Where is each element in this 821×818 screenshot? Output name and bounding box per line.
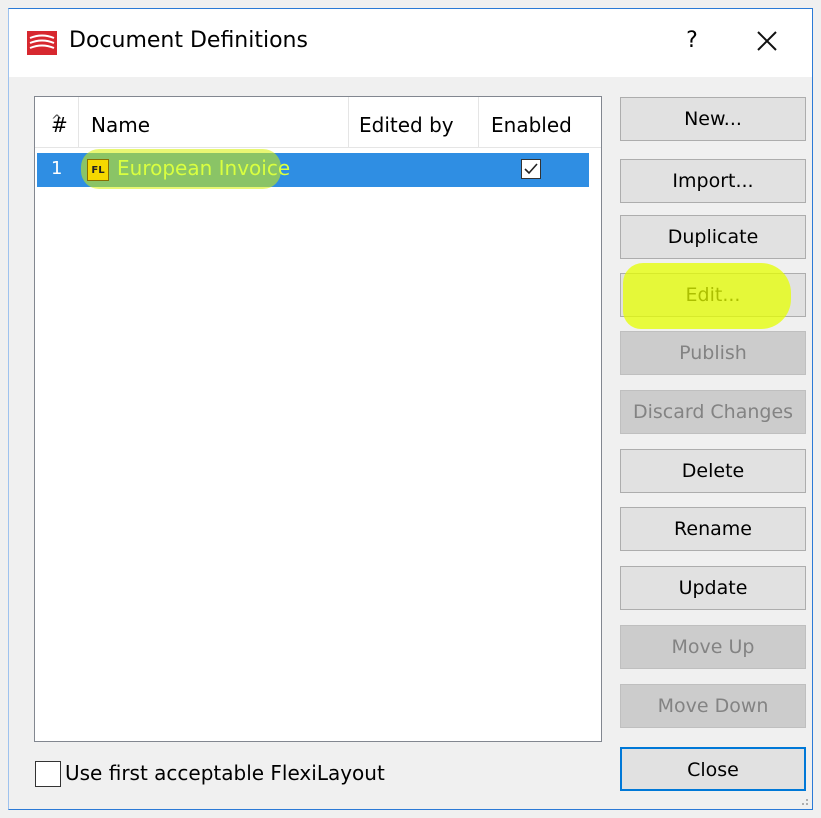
column-header-edited-by[interactable]: Edited by (349, 97, 479, 147)
discard-changes-button[interactable]: Discard Changes (620, 390, 806, 434)
delete-button[interactable]: Delete (620, 449, 806, 493)
row-number: 1 (51, 158, 63, 179)
list-header: ^ # Name Edited by Enabled (35, 97, 601, 148)
title-bar: Document Definitions ? (9, 9, 812, 77)
column-header-enabled[interactable]: Enabled (479, 97, 601, 147)
row-name: European Invoice (117, 156, 291, 180)
new-button[interactable]: New... (620, 97, 806, 141)
publish-button[interactable]: Publish (620, 331, 806, 375)
import-button[interactable]: Import... (620, 159, 806, 203)
edit-button[interactable]: Edit... (620, 273, 806, 317)
resize-grip-icon[interactable] (796, 793, 810, 807)
column-header-name[interactable]: Name (79, 97, 349, 147)
help-button[interactable]: ? (677, 23, 707, 59)
rename-button[interactable]: Rename (620, 507, 806, 551)
move-down-button[interactable]: Move Down (620, 684, 806, 728)
flexilayout-icon: FL (87, 159, 109, 181)
use-first-flexilayout-checkbox[interactable] (35, 761, 61, 787)
move-up-button[interactable]: Move Up (620, 625, 806, 669)
close-icon[interactable] (749, 23, 785, 59)
enabled-checkbox[interactable] (521, 159, 541, 179)
document-definitions-list[interactable]: ^ # Name Edited by Enabled 1 FL European… (34, 96, 602, 742)
column-header-number[interactable]: ^ # (35, 97, 79, 147)
close-button[interactable]: Close (620, 747, 806, 791)
update-button[interactable]: Update (620, 566, 806, 610)
duplicate-button[interactable]: Duplicate (620, 215, 806, 259)
use-first-flexilayout-label: Use first acceptable FlexiLayout (65, 761, 385, 785)
dialog-title: Document Definitions (69, 28, 308, 53)
document-definitions-dialog: Document Definitions ? ^ # Name Edited b… (8, 8, 813, 810)
app-logo-icon (27, 31, 57, 55)
table-row[interactable]: 1 FL European Invoice (37, 149, 589, 189)
checkmark-icon (524, 163, 538, 175)
